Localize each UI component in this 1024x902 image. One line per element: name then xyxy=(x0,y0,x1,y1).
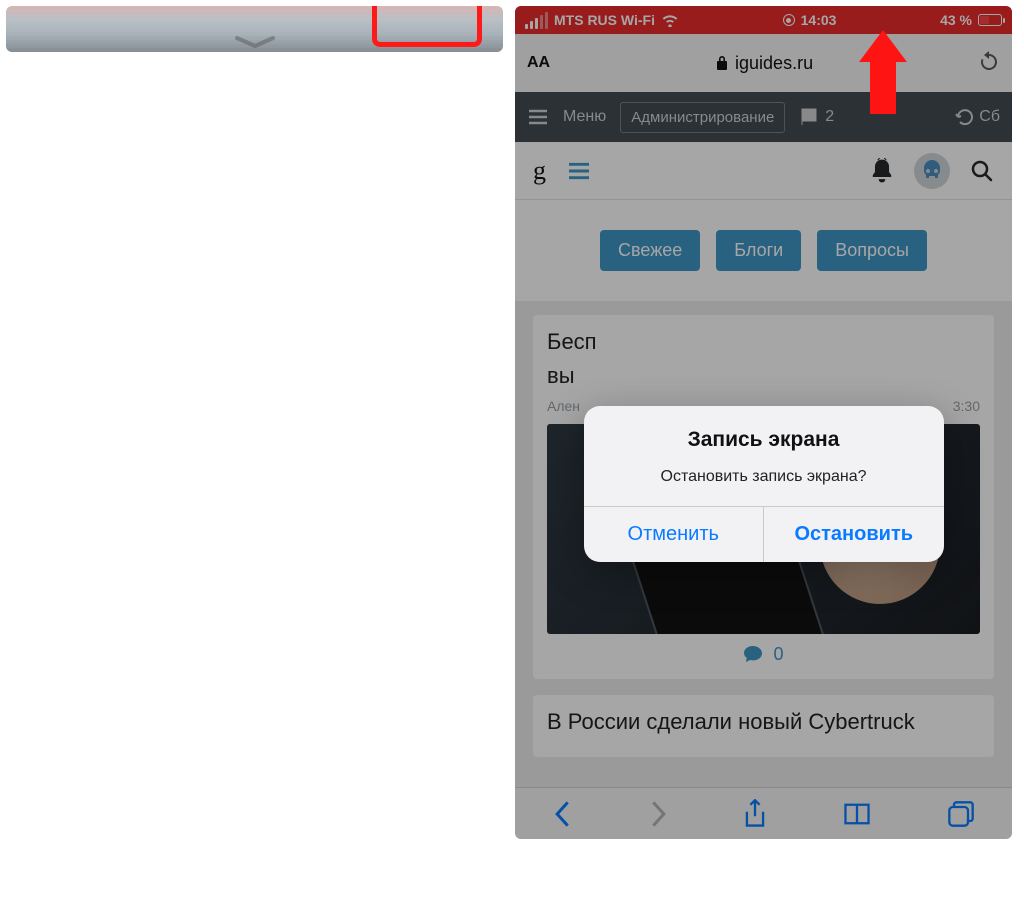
alert-title: Запись экрана xyxy=(584,406,944,468)
alert-message: Остановить запись экрана? xyxy=(584,468,944,506)
safari-screenshot: MTS RUS Wi-Fi 14:03 43 % AA iguides.ru М… xyxy=(515,6,1012,839)
alert-stop-button[interactable]: Остановить xyxy=(763,507,944,562)
annotation-highlight xyxy=(372,6,482,47)
alert-cancel-button[interactable]: Отменить xyxy=(584,507,764,562)
control-center-screenshot: Повтор экрана xyxy=(6,6,503,52)
stop-recording-alert: Запись экрана Остановить запись экрана? … xyxy=(584,406,944,562)
dismiss-grabber[interactable] xyxy=(6,6,503,52)
